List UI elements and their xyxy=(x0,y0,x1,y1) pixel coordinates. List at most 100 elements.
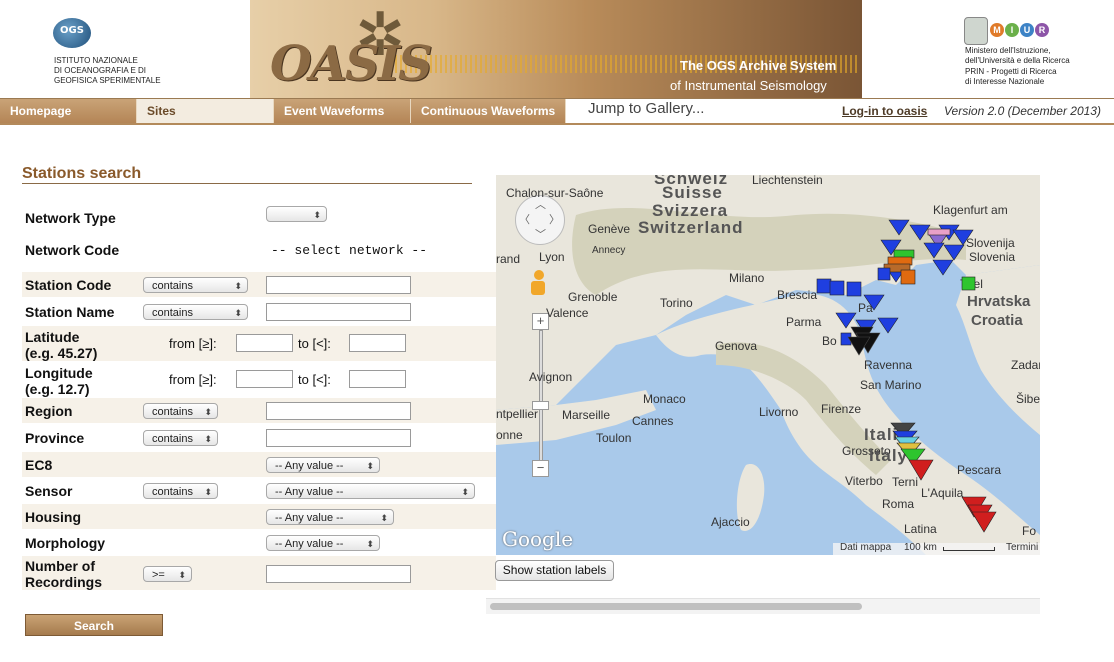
latitude-row: Latitude (e.g. 45.27) from [≥]: to [<]: xyxy=(22,326,496,361)
longitude-to-input[interactable] xyxy=(349,370,406,388)
ogs-line-1: ISTITUTO NAZIONALE xyxy=(54,56,138,65)
ogs-logo: OGS ISTITUTO NAZIONALE DI OCEANOGRAFIA E… xyxy=(0,0,250,98)
oasis-banner: ✲ OASIS The OGS Archive System of Instru… xyxy=(250,0,862,98)
station-name-operator-select[interactable]: contains xyxy=(143,304,248,321)
miur-logo: MIUR xyxy=(990,20,1050,38)
station-markers xyxy=(816,219,997,533)
tab-continuous-waveforms[interactable]: Continuous Waveforms xyxy=(411,99,566,123)
longitude-from-label: from [≥]: xyxy=(169,372,217,387)
station-marker[interactable] xyxy=(909,224,931,241)
ogs-line-3: GEOFISICA SPERIMENTALE xyxy=(54,76,161,85)
recordings-label-line1: Number of xyxy=(25,558,95,574)
longitude-from-input[interactable] xyxy=(236,370,293,388)
latitude-from-input[interactable] xyxy=(236,334,293,352)
region-input[interactable] xyxy=(266,402,411,420)
title-divider xyxy=(22,183,472,184)
station-marker[interactable] xyxy=(816,278,832,294)
network-type-select[interactable] xyxy=(266,206,327,223)
map-attribution[interactable]: Dati mappa xyxy=(840,542,891,553)
sensor-operator-select[interactable]: contains xyxy=(143,483,218,500)
latitude-hint: (e.g. 45.27) xyxy=(25,345,98,361)
station-code-operator-select[interactable]: contains xyxy=(143,277,248,294)
morphology-row: Morphology -- Any value -- xyxy=(22,530,496,555)
province-label: Province xyxy=(25,430,85,446)
station-marker[interactable] xyxy=(863,294,885,311)
station-marker[interactable] xyxy=(952,229,974,246)
miur-line-3: PRIN - Progetti di Ricerca xyxy=(965,67,1057,76)
tab-sites[interactable]: Sites xyxy=(137,99,274,123)
map-terms-link[interactable]: Termini xyxy=(1006,542,1038,553)
map-scale-bar xyxy=(943,547,995,551)
station-name-label: Station Name xyxy=(25,304,115,320)
sensor-select[interactable]: -- Any value -- xyxy=(266,483,475,500)
recordings-input[interactable] xyxy=(266,565,411,583)
station-marker[interactable] xyxy=(888,219,910,236)
morphology-label: Morphology xyxy=(25,535,106,551)
show-station-labels-button[interactable]: Show station labels xyxy=(495,560,614,581)
station-marker[interactable] xyxy=(961,276,976,291)
ogs-logo-abbr: OGS xyxy=(60,25,84,36)
ec8-label: EC8 xyxy=(25,457,53,473)
login-link[interactable]: Log-in to oasis xyxy=(842,104,927,118)
station-marker[interactable] xyxy=(927,228,951,236)
miur-line-2: dell'Università e della Ricerca xyxy=(965,56,1070,65)
station-marker[interactable] xyxy=(829,280,845,296)
tab-event-waveforms[interactable]: Event Waveforms xyxy=(274,99,411,123)
station-marker[interactable] xyxy=(908,459,934,481)
housing-select[interactable]: -- Any value -- xyxy=(266,509,394,526)
network-code-row: Network Code -- select network -- xyxy=(22,236,496,264)
latitude-label: Latitude xyxy=(25,329,80,345)
station-name-input[interactable] xyxy=(266,303,411,321)
station-marker[interactable] xyxy=(932,259,954,276)
region-label: Region xyxy=(25,403,73,419)
province-operator-select[interactable]: contains xyxy=(143,430,218,447)
station-marker[interactable] xyxy=(923,242,945,259)
ogs-globe-icon: OGS xyxy=(53,18,91,48)
station-marker[interactable] xyxy=(943,244,965,261)
search-button[interactable]: Search xyxy=(25,614,163,636)
oasis-logo-text: OASIS xyxy=(270,36,433,92)
ec8-row: EC8 -- Any value -- xyxy=(22,452,496,477)
station-marker[interactable] xyxy=(877,317,899,334)
longitude-row: Longitude (e.g. 12.7) from [≥]: to [<]: xyxy=(22,362,496,397)
housing-row: Housing -- Any value -- xyxy=(22,504,496,529)
banner-tagline-2: of Instrumental Seismology xyxy=(670,78,827,93)
google-logo[interactable]: Google xyxy=(502,527,573,551)
station-code-input[interactable] xyxy=(266,276,411,294)
network-type-row: Network Type xyxy=(22,204,496,232)
region-row: Region contains xyxy=(22,398,496,423)
gallery-link[interactable]: Jump to Gallery... xyxy=(588,100,704,117)
latitude-to-label: to [<]: xyxy=(298,336,331,351)
latitude-to-input[interactable] xyxy=(349,334,406,352)
network-type-label: Network Type xyxy=(25,210,116,226)
station-code-row: Station Code contains xyxy=(22,272,496,297)
station-marker[interactable] xyxy=(846,281,862,297)
miur-letter-r: R xyxy=(1035,23,1049,37)
latitude-from-label: from [≥]: xyxy=(169,336,217,351)
station-marker[interactable] xyxy=(971,511,997,533)
network-code-placeholder: -- select network -- xyxy=(271,243,428,258)
version-text: Version 2.0 (December 2013) xyxy=(944,104,1101,118)
miur-line-4: di Interesse Nazionale xyxy=(965,77,1045,86)
longitude-hint: (e.g. 12.7) xyxy=(25,381,90,397)
sensor-row: Sensor contains -- Any value -- xyxy=(22,478,496,503)
recordings-label-line2: Recordings xyxy=(25,574,103,590)
stations-map[interactable]: ︿ ﹀ 〈 〉 + − Schweiz Liechtenstein Chalon… xyxy=(496,175,1040,555)
banner-tagline-1: The OGS Archive System xyxy=(680,58,837,73)
map-scale-label: 100 km xyxy=(904,542,937,553)
province-input[interactable] xyxy=(266,429,411,447)
network-code-label: Network Code xyxy=(25,242,120,258)
region-operator-select[interactable]: contains xyxy=(143,403,218,420)
station-marker[interactable] xyxy=(877,267,891,281)
miur-letter-u: U xyxy=(1020,23,1034,37)
tab-homepage[interactable]: Homepage xyxy=(0,99,137,123)
horizontal-scrollbar-thumb[interactable] xyxy=(490,603,862,610)
miur-line-1: Ministero dell'Istruzione, xyxy=(965,46,1051,55)
ec8-select[interactable]: -- Any value -- xyxy=(266,457,380,474)
station-marker[interactable] xyxy=(835,312,857,329)
station-marker[interactable] xyxy=(900,269,916,285)
morphology-select[interactable]: -- Any value -- xyxy=(266,535,380,552)
miur-letter-i: I xyxy=(1005,23,1019,37)
italian-republic-emblem-icon xyxy=(964,17,988,45)
recordings-operator-select[interactable]: >= xyxy=(143,566,192,583)
